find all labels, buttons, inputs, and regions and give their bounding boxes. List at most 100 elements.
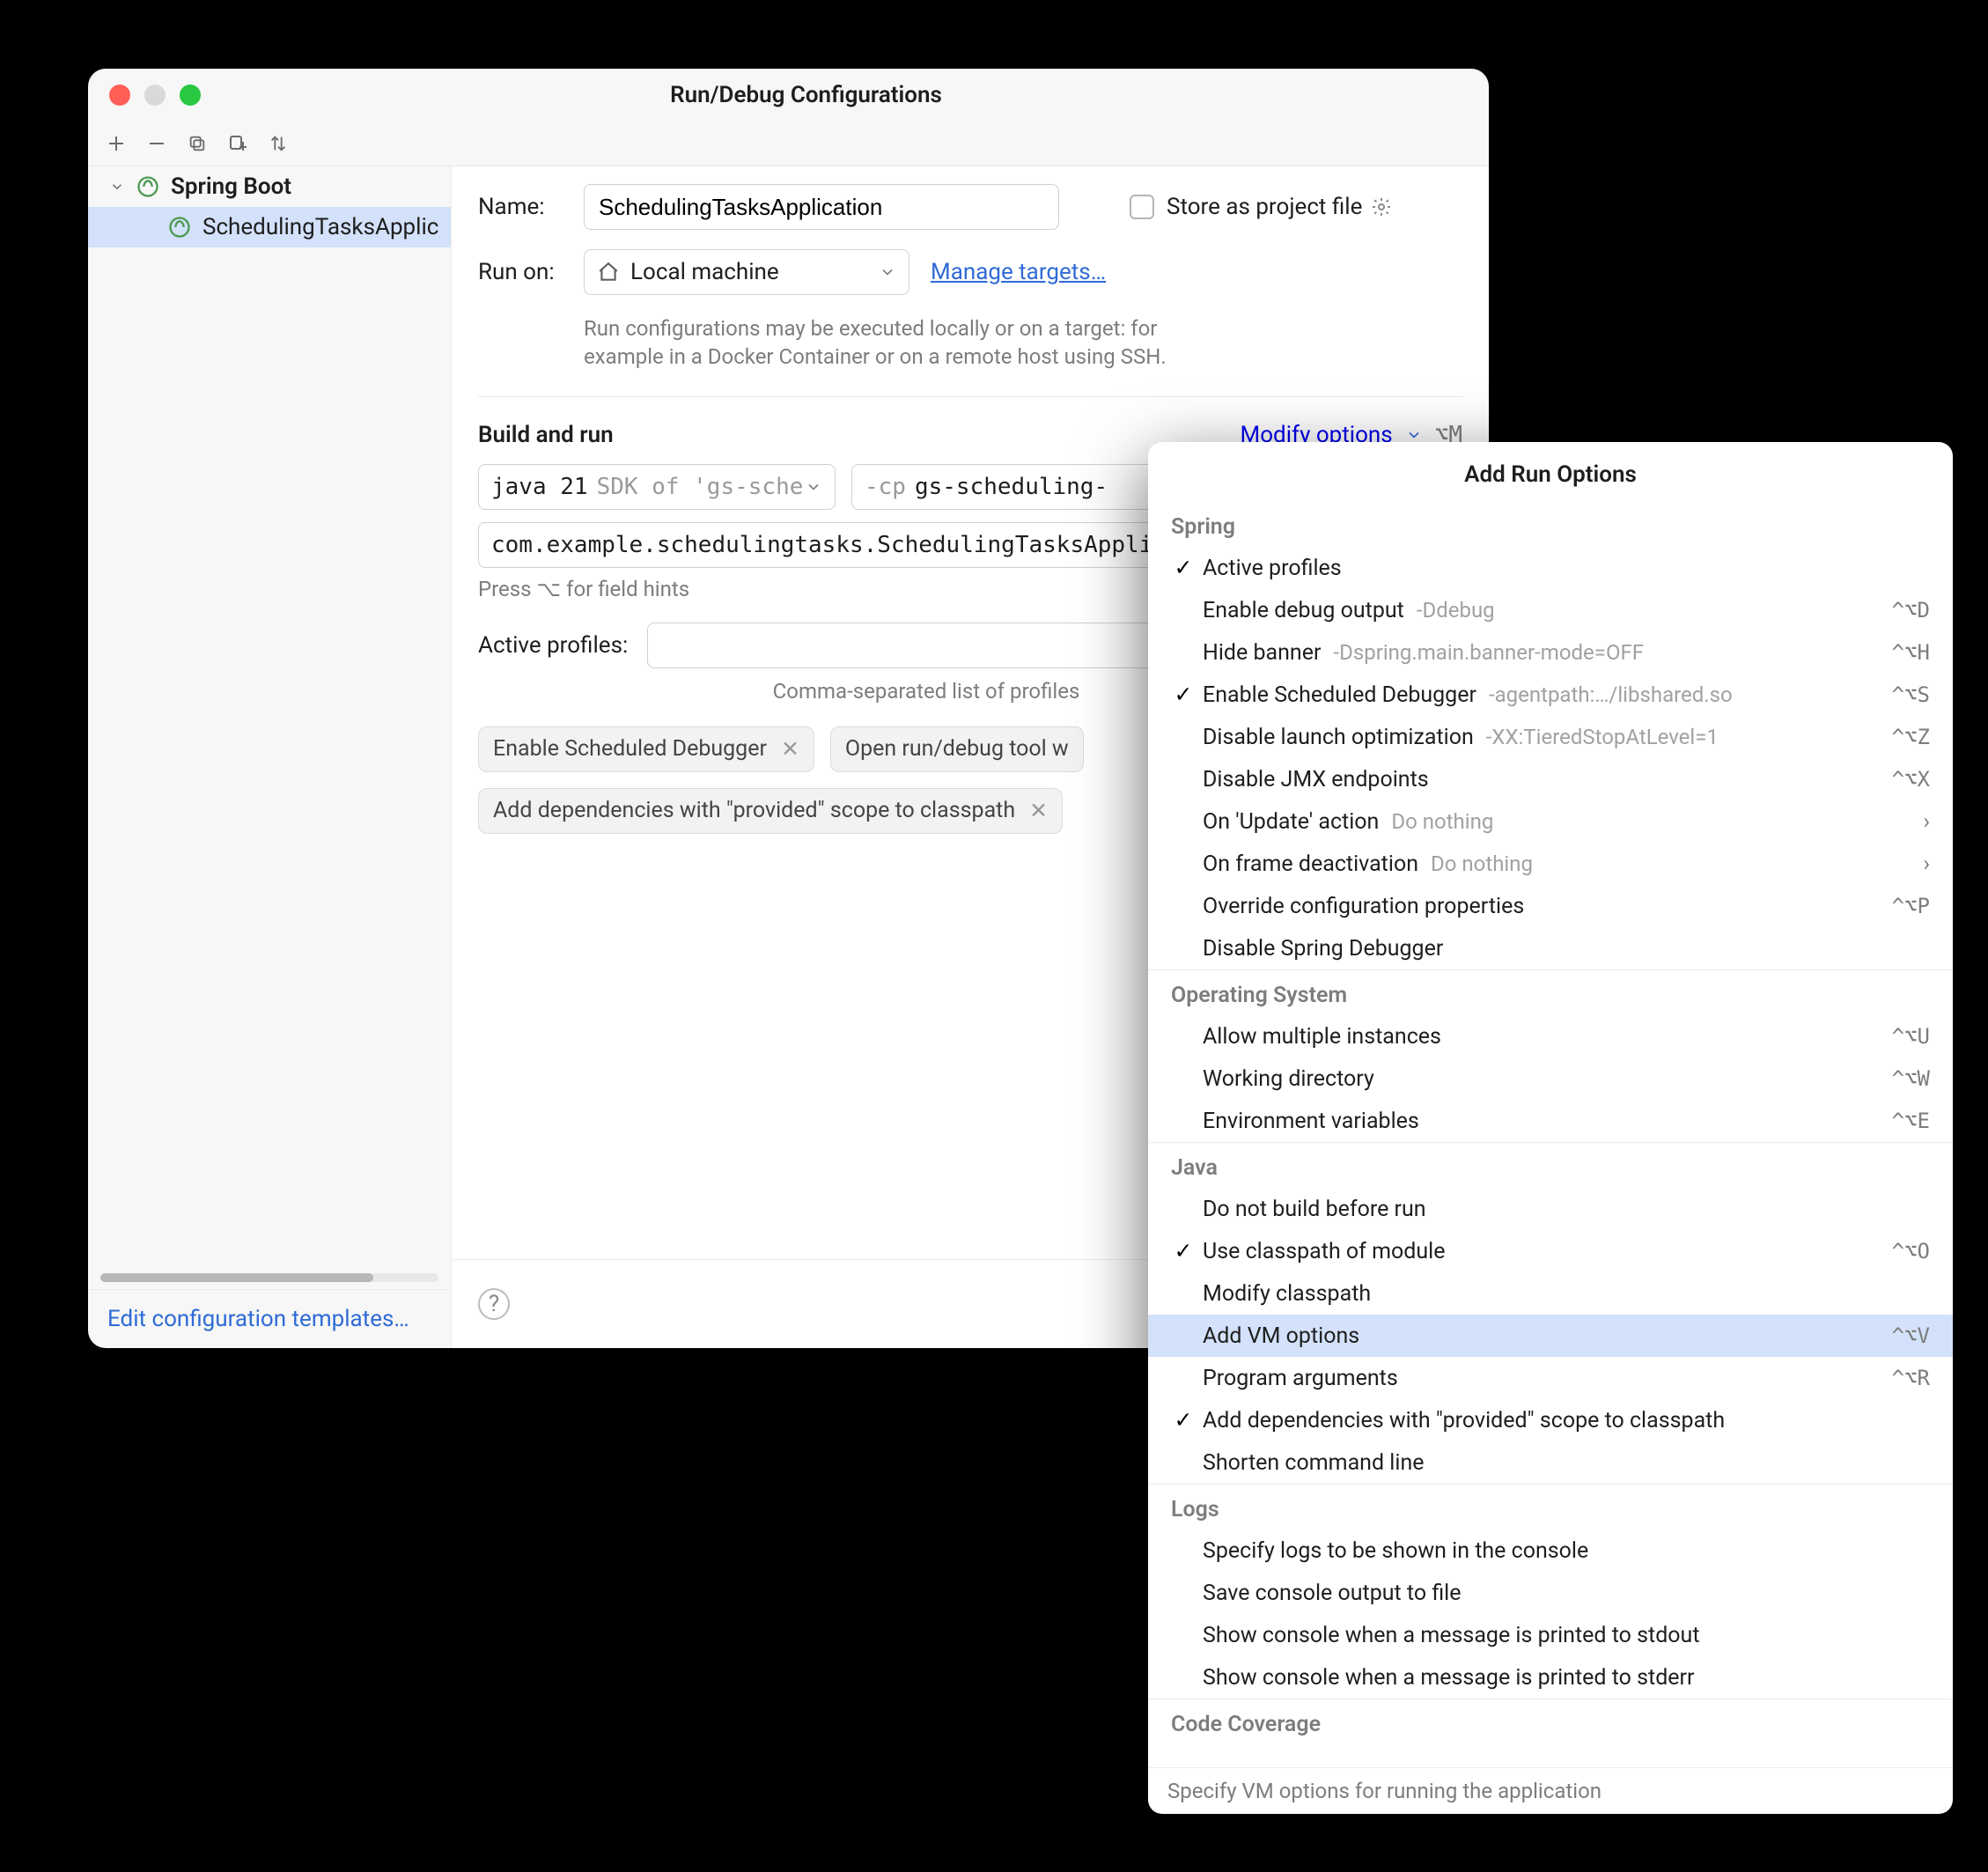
popup-option[interactable]: On frame deactivationDo nothing ›: [1148, 843, 1953, 885]
popup-option[interactable]: Save console output to file: [1148, 1572, 1953, 1614]
sidebar-scrollbar-thumb[interactable]: [100, 1273, 373, 1282]
sort-icon[interactable]: [266, 131, 291, 156]
popup-option[interactable]: Do not build before run: [1148, 1188, 1953, 1230]
popup-option[interactable]: ✓Add dependencies with "provided" scope …: [1148, 1399, 1953, 1441]
maximize-icon[interactable]: [180, 85, 201, 106]
remove-chip-icon[interactable]: ✕: [781, 736, 799, 763]
popup-option-label: Modify classpath: [1203, 1281, 1930, 1307]
edit-templates-link[interactable]: Edit configuration templates…: [107, 1306, 409, 1332]
popup-option-shortcut: ^⌥U: [1892, 1024, 1930, 1049]
popup-option[interactable]: ✓ Active profiles: [1148, 547, 1953, 589]
popup-group-label: Java: [1148, 1143, 1953, 1188]
config-toolbar: [88, 122, 1489, 166]
spring-boot-icon: [167, 215, 192, 240]
popup-option-label: Program arguments: [1203, 1366, 1892, 1391]
popup-option[interactable]: Working directory^⌥W: [1148, 1058, 1953, 1100]
popup-option[interactable]: Specify logs to be shown in the console: [1148, 1529, 1953, 1572]
popup-option[interactable]: Enable debug output-Ddebug^⌥D: [1148, 589, 1953, 631]
popup-option[interactable]: ✓Enable Scheduled Debugger-agentpath:…/l…: [1148, 674, 1953, 716]
minimize-icon[interactable]: [144, 85, 166, 106]
copy-icon[interactable]: [185, 131, 210, 156]
help-icon[interactable]: ?: [478, 1288, 510, 1320]
save-template-icon[interactable]: [225, 131, 250, 156]
popup-option[interactable]: Override configuration properties^⌥P: [1148, 885, 1953, 927]
chevron-down-icon: [805, 478, 822, 496]
store-as-project-checkbox[interactable]: [1130, 195, 1154, 219]
check-icon: ✓: [1171, 1238, 1196, 1264]
popup-group-label: Code Coverage: [1148, 1699, 1953, 1744]
popup-option-label: Environment variables: [1203, 1109, 1892, 1134]
popup-option[interactable]: Show console when a message is printed t…: [1148, 1656, 1953, 1699]
popup-group-label: Operating System: [1148, 970, 1953, 1015]
popup-option-shortcut: ^⌥D: [1892, 598, 1930, 623]
chevron-down-icon: [1405, 426, 1423, 444]
popup-option-shortcut: ^⌥E: [1892, 1109, 1930, 1133]
popup-option-label: Save console output to file: [1203, 1581, 1930, 1606]
popup-option[interactable]: Program arguments^⌥R: [1148, 1357, 1953, 1399]
active-profiles-label: Active profiles:: [478, 632, 647, 659]
popup-option[interactable]: ✓Use classpath of module^⌥O: [1148, 1230, 1953, 1272]
popup-option-label: Do not build before run: [1203, 1197, 1930, 1222]
popup-option-label: Hide banner-Dspring.main.banner-mode=OFF: [1203, 640, 1892, 666]
store-as-project-label: Store as project file: [1167, 194, 1362, 220]
add-icon[interactable]: [104, 131, 129, 156]
build-run-heading: Build and run: [478, 422, 614, 448]
popup-option[interactable]: Disable Spring Debugger: [1148, 927, 1953, 969]
sidebar-item-scheduling[interactable]: SchedulingTasksApplic: [88, 207, 451, 247]
check-icon: ✓: [1171, 555, 1196, 581]
popup-option[interactable]: Modify classpath: [1148, 1272, 1953, 1315]
gear-icon[interactable]: [1371, 196, 1392, 217]
name-field[interactable]: [584, 184, 1059, 230]
popup-option-label: On frame deactivationDo nothing: [1203, 851, 1914, 877]
chip-label: Open run/debug tool w: [845, 736, 1069, 762]
close-icon[interactable]: [109, 85, 130, 106]
popup-option-shortcut: ^⌥H: [1892, 640, 1930, 665]
popup-option-label: Use classpath of module: [1203, 1239, 1892, 1264]
popup-option[interactable]: Environment variables^⌥E: [1148, 1100, 1953, 1142]
sidebar-scrollbar[interactable]: [100, 1273, 438, 1282]
chip-add-provided-dependencies[interactable]: Add dependencies with "provided" scope t…: [478, 788, 1063, 834]
popup-option-label: Add VM options: [1203, 1323, 1892, 1349]
popup-option[interactable]: Add VM options^⌥V: [1148, 1315, 1953, 1357]
traffic-lights: [109, 85, 201, 106]
divider: [478, 396, 1462, 397]
popup-option-label: Specify logs to be shown in the console: [1203, 1538, 1930, 1564]
popup-option-label: Shorten command line: [1203, 1450, 1930, 1476]
sidebar-item-label: SchedulingTasksApplic: [202, 214, 438, 240]
runon-select[interactable]: Local machine: [584, 249, 909, 295]
check-icon: ✓: [1171, 682, 1196, 708]
manage-targets-link[interactable]: Manage targets…: [931, 259, 1106, 285]
config-tree: Spring Boot SchedulingTasksApplic: [88, 166, 451, 1266]
runon-label: Run on:: [478, 259, 584, 285]
remove-chip-icon[interactable]: ✕: [1029, 798, 1048, 824]
window-title: Run/Debug Configurations: [201, 82, 1411, 108]
popup-option[interactable]: On 'Update' actionDo nothing›: [1148, 800, 1953, 843]
popup-option-label: Enable debug output-Ddebug: [1203, 598, 1892, 623]
popup-group-label: Logs: [1148, 1485, 1953, 1529]
popup-option[interactable]: Disable launch optimization-XX:TieredSto…: [1148, 716, 1953, 758]
chip-open-tool-window[interactable]: Open run/debug tool w: [830, 726, 1084, 772]
popup-option[interactable]: Show console when a message is printed t…: [1148, 1614, 1953, 1656]
popup-option-label: Disable JMX endpoints: [1203, 767, 1892, 792]
remove-icon[interactable]: [144, 131, 169, 156]
sdk-hint: SDK of 'gs-sche: [597, 474, 804, 500]
name-label: Name:: [478, 194, 584, 220]
popup-option-shortcut: ^⌥Z: [1892, 725, 1930, 749]
popup-option[interactable]: Disable JMX endpoints^⌥X: [1148, 758, 1953, 800]
popup-option[interactable]: Hide banner-Dspring.main.banner-mode=OFF…: [1148, 631, 1953, 674]
spring-boot-icon: [136, 174, 160, 199]
chip-label: Enable Scheduled Debugger: [493, 736, 767, 762]
popup-option-label: Show console when a message is printed t…: [1203, 1623, 1930, 1648]
popup-option[interactable]: Shorten command line: [1148, 1441, 1953, 1484]
popup-option[interactable]: Allow multiple instances^⌥U: [1148, 1015, 1953, 1058]
chip-enable-scheduled-debugger[interactable]: Enable Scheduled Debugger ✕: [478, 726, 814, 772]
sidebar-category-label: Spring Boot: [171, 173, 291, 200]
runon-desc: Run configurations may be executed local…: [584, 314, 1182, 372]
add-run-options-popup: Add Run Options Spring✓Active profilesEn…: [1148, 442, 1953, 1814]
sidebar-category-spring-boot[interactable]: Spring Boot: [88, 166, 451, 207]
config-sidebar: Spring Boot SchedulingTasksApplic Edit c…: [88, 166, 452, 1348]
popup-option-label: On 'Update' actionDo nothing: [1203, 809, 1914, 835]
sdk-select[interactable]: java 21 SDK of 'gs-sche: [478, 464, 836, 510]
popup-option-label: Active profiles: [1203, 556, 1930, 581]
chevron-right-icon: ›: [1923, 851, 1930, 877]
